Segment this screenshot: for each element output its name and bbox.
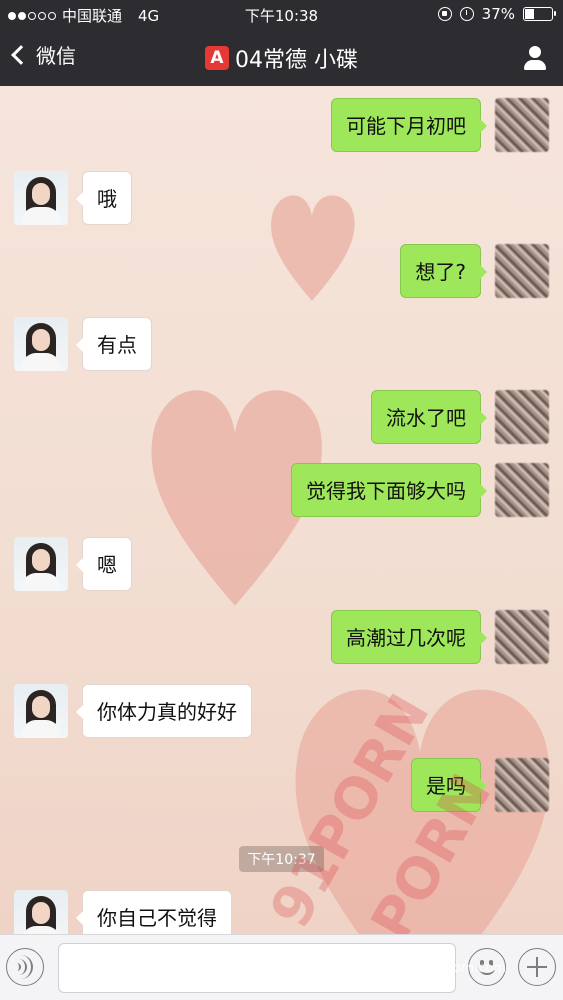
contact-avatar[interactable]: [14, 684, 68, 738]
my-avatar[interactable]: [495, 98, 549, 152]
message-bubble-outgoing[interactable]: 高潮过几次呢: [331, 610, 487, 664]
chat-info-button[interactable]: [521, 44, 549, 72]
contact-avatar[interactable]: [14, 890, 68, 934]
my-avatar[interactable]: [495, 463, 549, 517]
alarm-icon: [459, 7, 474, 21]
message-bubble-incoming[interactable]: 你自己不觉得: [76, 890, 232, 934]
status-right: 37%: [437, 5, 556, 23]
nav-bar: 微信 A 04常德 小碟: [0, 30, 563, 86]
message-bubble-incoming[interactable]: 有点: [76, 317, 152, 371]
contact-avatar[interactable]: [14, 171, 68, 225]
status-bar: 中国联通 4G 下午10:38 37%: [0, 0, 563, 30]
message-bubble-outgoing[interactable]: 想了?: [400, 244, 487, 298]
message-bubble-incoming[interactable]: 哦: [76, 171, 132, 225]
heart-decoration: [271, 195, 355, 301]
my-avatar[interactable]: [495, 610, 549, 664]
message-bubble-outgoing[interactable]: 觉得我下面够大吗: [291, 463, 487, 517]
contact-avatar[interactable]: [14, 317, 68, 371]
site-watermark: 91porn.com: [428, 961, 506, 976]
rotation-lock-icon: [437, 7, 452, 21]
message-bubble-incoming[interactable]: 嗯: [76, 537, 132, 591]
message-input[interactable]: [58, 943, 456, 993]
message-bubble-outgoing[interactable]: 可能下月初吧: [331, 98, 487, 152]
message-bubble-incoming[interactable]: 你体力真的好好: [76, 684, 252, 738]
person-icon: [529, 46, 541, 58]
my-avatar[interactable]: [495, 758, 549, 812]
chat-area[interactable]: 可能下月初吧 哦 想了? 有点 流水了吧 觉得我下面够大吗 嗯 高潮过几次呢 你…: [0, 86, 563, 934]
contact-avatar[interactable]: [14, 537, 68, 591]
battery-percent: 37%: [481, 5, 515, 23]
message-bubble-outgoing[interactable]: 流水了吧: [371, 390, 487, 444]
my-avatar[interactable]: [495, 390, 549, 444]
my-avatar[interactable]: [495, 244, 549, 298]
badge-a-icon: A: [205, 46, 229, 70]
voice-input-button[interactable]: [6, 948, 44, 986]
input-bar: 91porn.com: [0, 934, 563, 1000]
chat-title-text: 04常德 小碟: [235, 48, 358, 73]
more-actions-button[interactable]: [518, 948, 556, 986]
battery-icon: [523, 7, 556, 21]
chat-title: A 04常德 小碟: [0, 42, 563, 74]
